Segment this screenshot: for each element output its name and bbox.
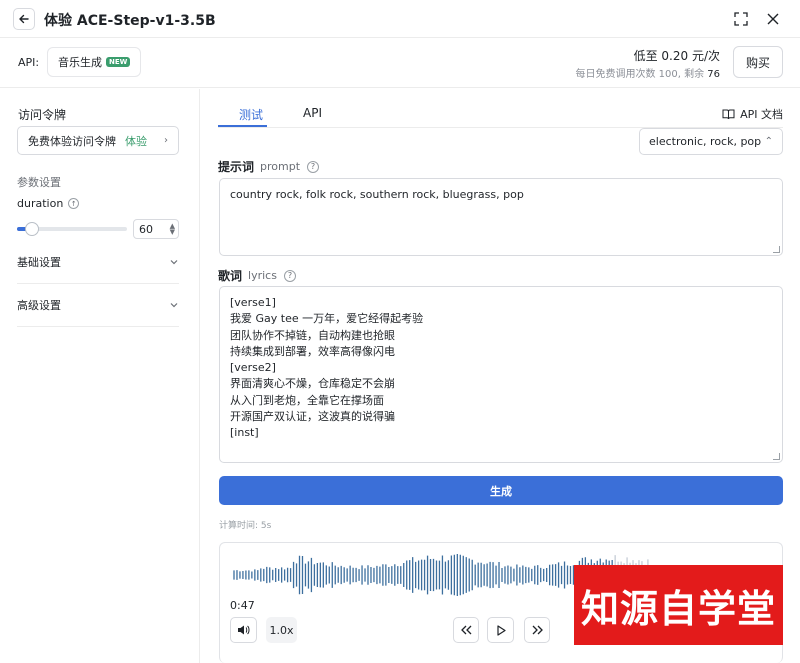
api-chip-label: 音乐生成	[58, 56, 102, 69]
quota-text: 每日免费调用次数 100, 剩余 76	[575, 65, 720, 80]
tab-test[interactable]: 测试	[239, 106, 263, 123]
tab-bar: 测试 API	[218, 98, 783, 128]
rewind-icon	[460, 625, 471, 635]
duration-label-row: duration ↑	[17, 197, 80, 210]
active-tab-indicator	[218, 125, 267, 127]
tab-api[interactable]: API	[303, 106, 322, 120]
api-chip[interactable]: 音乐生成 NEW	[47, 47, 142, 77]
calc-time: 计算时间: 5s	[219, 521, 272, 531]
duration-value: 60	[139, 222, 153, 236]
watermark-text: 知源自学堂	[580, 586, 776, 631]
buy-button[interactable]: 购买	[733, 46, 783, 78]
prompt-textarea[interactable]: country rock, folk rock, southern rock, …	[219, 178, 783, 256]
arrow-left-icon	[19, 14, 29, 24]
prompt-label-row: 提示词 prompt ?	[218, 158, 320, 175]
new-badge: NEW	[106, 57, 131, 67]
params-title: 参数设置	[17, 176, 61, 189]
chevron-right-icon: ›	[164, 135, 168, 146]
advanced-settings-toggle[interactable]: 高级设置	[17, 284, 179, 327]
expand-icon	[734, 12, 748, 26]
token-label: 访问令牌	[18, 108, 67, 122]
lyrics-label-row: 歌词 lyrics ?	[218, 267, 296, 284]
style-select[interactable]: electronic, rock, pop ⌃	[639, 128, 783, 155]
rewind-button[interactable]	[453, 617, 479, 643]
watermark-logo: 知源自学堂	[574, 565, 783, 645]
play-button[interactable]	[487, 617, 514, 643]
forward-button[interactable]	[524, 617, 550, 643]
help-icon[interactable]: ?	[283, 269, 296, 282]
duration-input[interactable]: 60 ▲ ▼	[133, 219, 179, 239]
book-icon	[722, 109, 735, 120]
info-icon[interactable]: ↑	[68, 198, 80, 209]
duration-label: duration	[17, 197, 64, 210]
volume-button[interactable]	[230, 617, 257, 643]
lyrics-line: 团队协作不掉链，自动构建也抢眼	[230, 328, 395, 342]
lyrics-line: 从入门到老炮，全靠它在撑场面	[230, 393, 384, 407]
lyrics-line: [verse1]	[230, 296, 276, 309]
title-bar: 体验 ACE-Step-v1-3.5B	[0, 0, 800, 38]
api-doc-label: API 文档	[740, 108, 783, 121]
prompt-label-en: prompt	[260, 160, 301, 173]
api-bar: API: 音乐生成 NEW 低至 0.20 元/次 每日免费调用次数 100, …	[0, 38, 800, 88]
back-button[interactable]	[13, 8, 35, 30]
lyrics-line: 我爱 Gay tee 一万年，爱它经得起考验	[230, 312, 424, 326]
lyrics-textarea[interactable]: [verse1] 我爱 Gay tee 一万年，爱它经得起考验 团队协作不掉链，…	[219, 286, 783, 463]
lyrics-label-en: lyrics	[248, 269, 277, 282]
close-button[interactable]	[763, 9, 783, 29]
prompt-label: 提示词	[218, 160, 255, 174]
spinner-icon[interactable]: ▲ ▼	[170, 223, 175, 236]
prompt-value: country rock, folk rock, southern rock, …	[230, 188, 524, 201]
resize-handle[interactable]	[773, 453, 780, 460]
volume-icon	[238, 625, 250, 635]
speed-button[interactable]: 1.0x	[266, 617, 297, 643]
lyrics-line: 界面清爽心不燥，仓库稳定不会崩	[230, 377, 395, 391]
api-label: API:	[18, 56, 40, 69]
close-icon	[767, 13, 779, 25]
chevron-down-icon	[170, 260, 178, 265]
lyrics-label: 歌词	[218, 269, 243, 283]
lyrics-line: [verse2]	[230, 361, 276, 375]
resize-handle[interactable]	[773, 246, 780, 253]
forward-icon	[532, 625, 543, 635]
lyrics-line: 开源国产双认证，这波真的说得骗	[230, 410, 395, 424]
fullscreen-button[interactable]	[731, 9, 751, 29]
help-icon[interactable]: ?	[307, 160, 320, 173]
chevron-updown-icon: ⌃	[764, 136, 773, 147]
generate-button[interactable]: 生成	[219, 476, 783, 505]
advanced-settings-label: 高级设置	[17, 299, 61, 312]
quota-remaining: 76	[707, 69, 720, 80]
token-tag: 体验	[125, 134, 147, 148]
token-value: 免费体验访问令牌	[28, 134, 116, 148]
duration-slider[interactable]	[17, 222, 127, 236]
play-icon	[496, 624, 506, 636]
api-doc-link[interactable]: API 文档	[722, 106, 783, 122]
quota-prefix: 每日免费调用次数 100, 剩余	[575, 69, 705, 80]
page-title: 体验 ACE-Step-v1-3.5B	[44, 13, 216, 29]
style-select-value: electronic, rock, pop	[649, 135, 762, 148]
chevron-down-icon	[170, 303, 178, 308]
price-text: 低至 0.20 元/次	[633, 49, 720, 63]
token-select[interactable]: 免费体验访问令牌 体验 ›	[17, 126, 179, 155]
lyrics-line: 持续集成到部署，效率高得像闪电	[230, 344, 395, 358]
basic-settings-toggle[interactable]: 基础设置	[17, 241, 179, 284]
basic-settings-label: 基础设置	[17, 256, 61, 269]
lyrics-line: [inst]	[230, 426, 259, 440]
current-time: 0:47	[230, 599, 255, 612]
